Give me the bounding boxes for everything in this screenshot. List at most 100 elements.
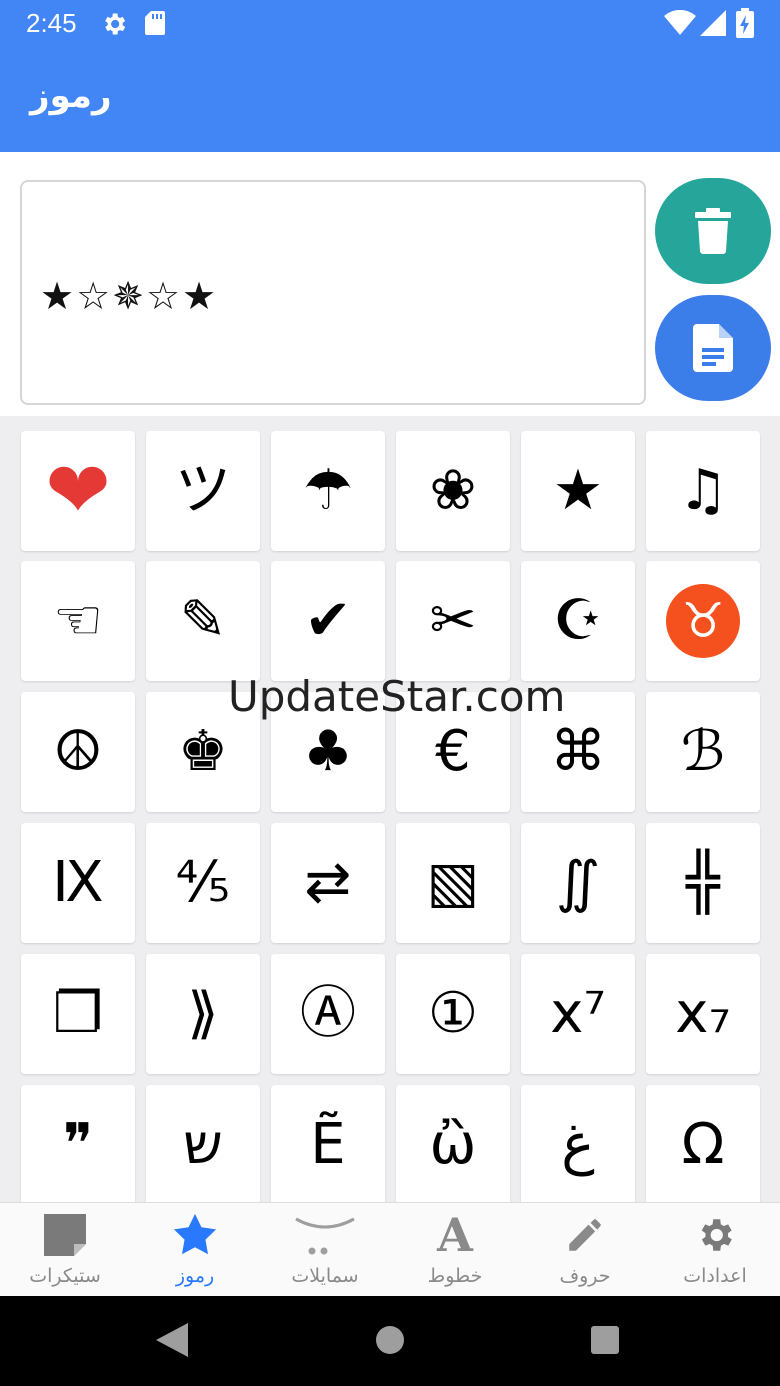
symbol-glyph: ♫ [677,458,729,523]
nav-letters[interactable]: حروف [520,1203,650,1297]
symbol-text-field[interactable]: ★☆✵☆★ [20,180,646,405]
symbol-cell[interactable]: ❐ [21,954,135,1074]
app-title: رموز [30,76,112,116]
symbol-cell[interactable]: ♣ [271,692,385,812]
symbol-glyph: غ [561,1112,595,1177]
symbol-glyph: x⁷ [550,981,606,1046]
symbol-cell[interactable]: ♉ [646,561,760,681]
nav-settings[interactable]: اعدادات [650,1203,780,1297]
symbol-cell[interactable]: ℬ [646,692,760,812]
symbol-cell[interactable]: ☜ [21,561,135,681]
symbol-cell[interactable]: ☂ [271,431,385,551]
symbol-cell[interactable]: ὢ [396,1085,510,1202]
symbol-cell[interactable]: ♚ [146,692,260,812]
symbol-cell[interactable]: ╬ [646,823,760,943]
pencil-icon [563,1213,607,1257]
symbol-cell[interactable]: x₇ [646,954,760,1074]
symbol-cell[interactable]: Ẽ [271,1085,385,1202]
nav-label: حروف [559,1265,611,1287]
symbol-glyph: ⇄ [304,850,352,915]
symbol-glyph: ὢ [429,1112,477,1177]
copy-button[interactable] [655,295,771,401]
nav-label: خطوط [427,1265,483,1287]
symbol-glyph: ש [183,1112,223,1177]
symbol-glyph: ✔ [304,588,352,653]
symbol-glyph: ★ [552,458,604,523]
symbol-cell[interactable]: ⅘ [146,823,260,943]
wifi-icon [664,10,696,35]
symbol-cell[interactable]: ① [396,954,510,1074]
trash-icon [695,208,731,254]
back-icon[interactable] [156,1323,188,1357]
recent-apps-icon[interactable] [591,1326,619,1354]
symbol-cell[interactable]: € [396,692,510,812]
symbol-glyph: Ω [681,1112,725,1177]
signal-icon [700,10,726,36]
nav-label: اعدادات [683,1265,747,1287]
symbol-cell[interactable]: ✂ [396,561,510,681]
symbol-cell[interactable]: ☪ [521,561,635,681]
status-bar: 2:45 [0,0,780,50]
symbol-cell[interactable]: ▧ [396,823,510,943]
symbol-cell[interactable]: ✔ [271,561,385,681]
symbol-cell[interactable]: ש [146,1085,260,1202]
symbol-glyph: x₇ [675,981,731,1046]
battery-charging-icon [736,8,754,38]
symbol-glyph: ╬ [686,850,720,915]
app-bar: رموز [0,50,780,152]
symbol-cell[interactable]: ❞ [21,1085,135,1202]
symbol-cell[interactable]: Ⅸ [21,823,135,943]
symbol-cell[interactable]: ♫ [646,431,760,551]
symbol-glyph: ☂ [302,458,354,523]
settings-icon [693,1213,737,1257]
symbol-cell[interactable]: ☮ [21,692,135,812]
nav-symbols[interactable]: رموز [130,1203,260,1297]
symbol-cell[interactable]: ★ [521,431,635,551]
symbol-glyph: ✎ [179,588,227,653]
symbol-cell[interactable]: ❀ [396,431,510,551]
symbol-glyph: ❤ [45,446,111,536]
symbol-cell[interactable]: x⁷ [521,954,635,1074]
symbol-glyph: ⌘ [550,719,606,784]
symbol-glyph: ∬ [555,850,601,915]
symbol-text-value: ★☆✵☆★ [40,274,219,318]
symbol-cell[interactable]: غ [521,1085,635,1202]
symbol-glyph: ✂ [429,588,477,653]
symbol-glyph: ⟫ [187,981,219,1046]
symbol-cell[interactable]: ✎ [146,561,260,681]
nav-label: سمايلات [291,1265,359,1287]
symbol-cell[interactable]: ⇄ [271,823,385,943]
symbol-glyph: ⅘ [175,850,231,915]
bottom-navigation: ستيكرات رموز سمايلات A خطوط حروف اعدادات [0,1202,780,1296]
nav-fonts[interactable]: A خطوط [390,1203,520,1297]
document-icon [693,324,733,372]
symbol-cell[interactable]: ∬ [521,823,635,943]
symbol-cell[interactable]: ツ [146,431,260,551]
home-icon[interactable] [376,1326,404,1354]
symbol-glyph: € [435,719,471,784]
symbol-glyph: ℬ [680,719,726,784]
nav-label: رموز [175,1265,215,1287]
gear-icon [105,13,126,35]
symbol-glyph: ▧ [426,850,480,915]
symbol-glyph: ❐ [52,981,104,1046]
delete-button[interactable] [655,178,771,284]
nav-smileys[interactable]: سمايلات [260,1203,390,1297]
symbol-glyph: ♚ [177,719,229,784]
sd-card-icon [145,11,165,35]
symbol-cell[interactable]: Ω [646,1085,760,1202]
symbol-glyph: ☪ [552,588,604,653]
symbol-glyph: ❞ [62,1112,94,1177]
symbol-cell[interactable]: ⟫ [146,954,260,1074]
symbol-glyph: ♉ [666,584,740,658]
sticker-icon [43,1213,87,1257]
symbols-grid: ❤ ツ ☂ ❀ ★ ♫ ☜ ✎ ✔ ✂ ☪ ♉ ☮ ♚ ♣ € ⌘ ℬ Ⅸ ⅘ ⇄ ▧ ∬ ╬ ❐ ⟫ Ⓐ ① x⁷ x₇ ❞ ש Ẽὢ غ Ω [0,416,780,1202]
symbol-glyph: ツ [175,458,231,523]
nav-stickers[interactable]: ستيكرات [0,1203,130,1297]
symbol-glyph: Ⓐ [300,981,356,1046]
symbol-cell[interactable]: ❤ [21,431,135,551]
symbol-cell[interactable]: ⌘ [521,692,635,812]
star-icon [173,1213,217,1257]
nav-label: ستيكرات [29,1265,101,1287]
symbol-cell[interactable]: Ⓐ [271,954,385,1074]
